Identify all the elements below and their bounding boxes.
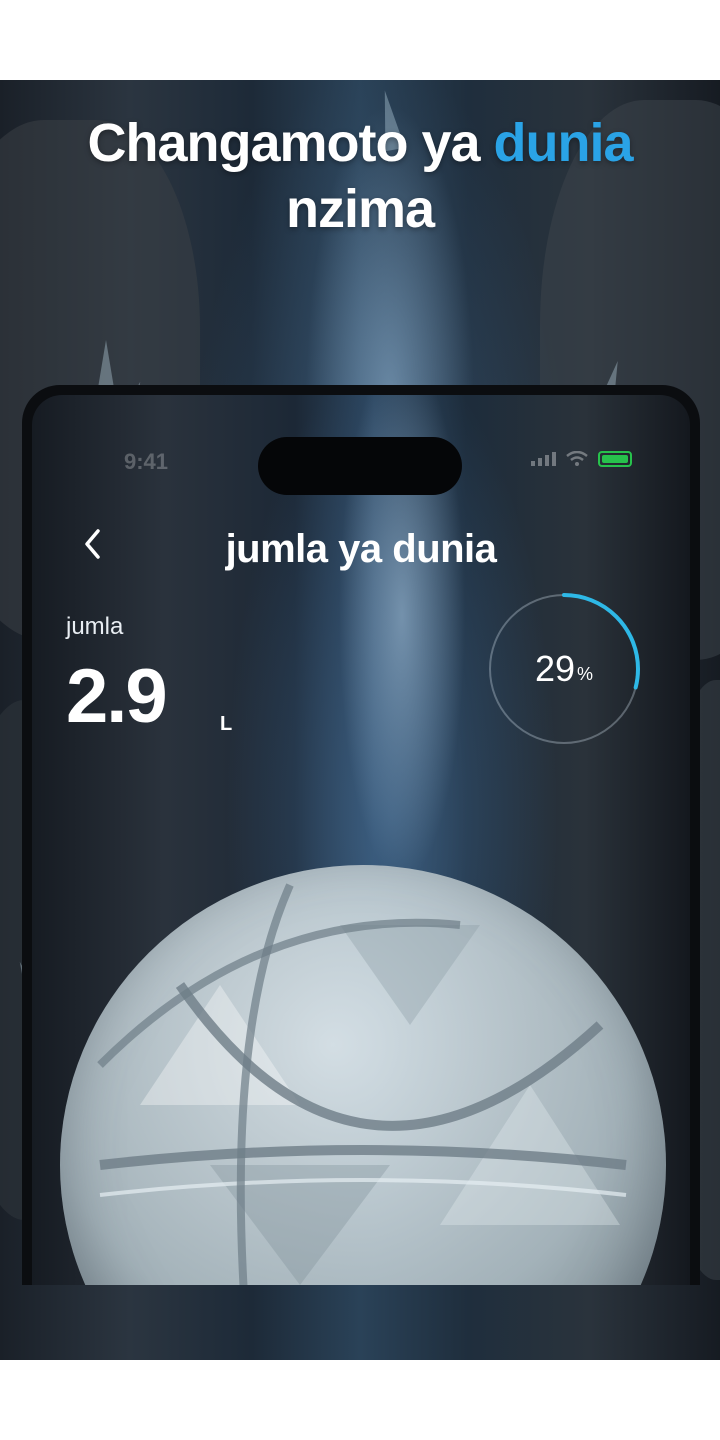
crystal-ball-icon[interactable] — [60, 865, 666, 1285]
battery-icon — [598, 451, 632, 467]
total-unit: L — [220, 713, 233, 735]
signal-icon — [531, 452, 556, 466]
headline-text: Changamoto ya — [87, 113, 494, 173]
progress-unit: % — [577, 663, 594, 684]
total-label: jumla — [66, 613, 124, 640]
status-icons — [531, 451, 632, 467]
wifi-icon — [566, 451, 588, 466]
promo-headline: Changamoto ya dunia nzima — [0, 110, 720, 242]
progress-ring-label: 29% — [486, 591, 642, 747]
progress-value: 29 — [534, 648, 576, 689]
headline-text-line2: nzima — [285, 179, 435, 239]
headline-accent-text: dunia — [493, 113, 634, 173]
status-time: 9:41 — [124, 449, 169, 474]
phone-frame: 9:41 jumla ya dunia jumla 2.9 L 29 % — [22, 385, 700, 1285]
app-screen: 9:41 jumla ya dunia jumla 2.9 L 29 % — [32, 395, 690, 1285]
total-value: 2.9 — [66, 654, 168, 739]
ball-seams — [97, 883, 627, 1285]
page-title: jumla ya dunia — [225, 527, 497, 571]
dynamic-island — [258, 437, 462, 495]
